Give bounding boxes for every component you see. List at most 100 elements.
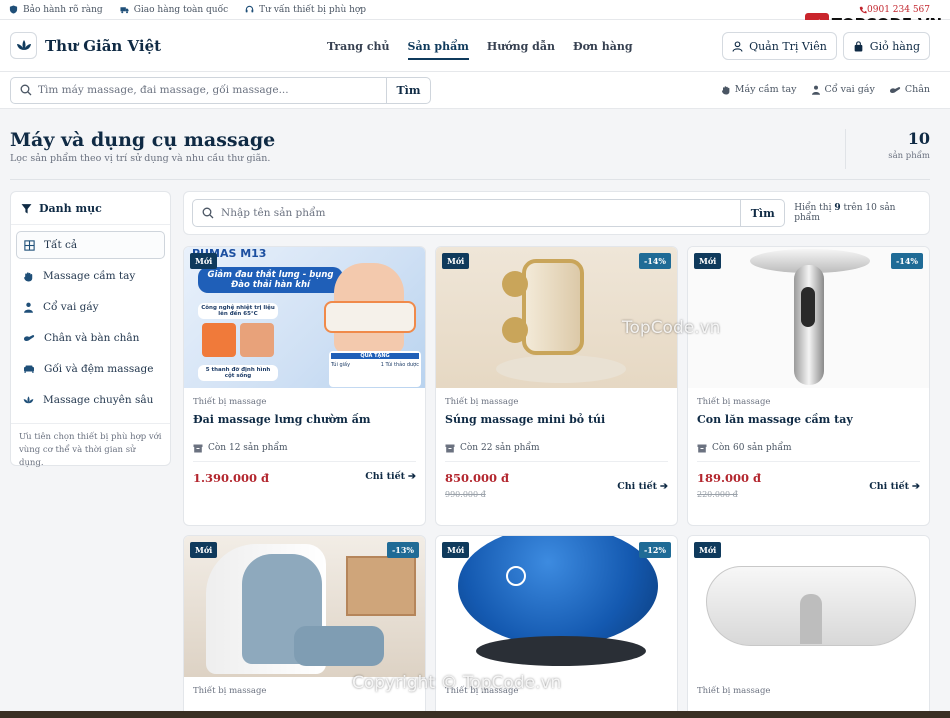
image-gun-stand <box>496 355 626 383</box>
discount-badge: -14% <box>638 253 671 269</box>
quick-neck[interactable]: Cổ vai gáy <box>811 84 875 95</box>
discount-badge: -14% <box>890 253 923 269</box>
product-price: 189.000 đ <box>697 471 762 485</box>
page-subtitle: Lọc sản phẩm theo vị trí sử dụng và nhu … <box>10 153 271 164</box>
image-gift-item: 1 Túi thảo dược <box>380 362 419 368</box>
product-image-head-massager[interactable]: Mới -12% <box>436 536 677 677</box>
quick-handheld[interactable]: Máy cầm tay <box>721 84 797 95</box>
arrow-right-icon: ➔ <box>660 481 668 492</box>
image-shelf <box>346 556 416 616</box>
product-image-belt[interactable]: PUMAS M13 Giảm đau thắt lưng - bụng Đào … <box>184 247 425 388</box>
heading-divider <box>10 179 930 180</box>
count-divider <box>845 129 846 169</box>
arrow-right-icon: ➔ <box>912 481 920 492</box>
global-search-button[interactable]: Tìm <box>386 77 430 103</box>
category-pillow-label: Gối và đệm massage <box>44 363 154 375</box>
image-headline: Giảm đau thắt lưng - bụng <box>207 270 334 280</box>
nav-guide[interactable]: Hướng dẫn <box>487 20 555 72</box>
product-stock-text: Còn 60 sản phẩm <box>712 443 792 453</box>
discount-badge: -12% <box>638 542 671 558</box>
site-logo[interactable]: Thư Giãn Việt <box>10 32 161 59</box>
image-subheadline: Đào thải hàn khí <box>231 280 310 290</box>
category-feet[interactable]: Chân và bàn chân <box>16 324 165 352</box>
couch-icon <box>24 365 34 373</box>
product-category: Thiết bị massage <box>445 397 519 407</box>
product-count-label: sản phẩm <box>888 151 930 161</box>
product-filter: Nhập tên sản phẩm Tìm Hiển thị 9 trên 10… <box>183 191 930 235</box>
category-neck[interactable]: Cổ vai gáy <box>16 293 165 321</box>
product-name[interactable]: Đai massage lưng chườm ấm <box>193 413 416 443</box>
header-actions: Quản Trị Viên Giỏ hàng <box>722 32 930 60</box>
product-detail-link[interactable]: Chi tiết ➔ <box>365 471 416 482</box>
filter-icon <box>21 203 32 213</box>
product-search-button[interactable]: Tìm <box>740 200 784 226</box>
new-badge: Mới <box>190 542 218 558</box>
product-stock: Còn 22 sản phẩm <box>445 443 668 462</box>
search-icon <box>20 84 32 96</box>
image-chair-footrest <box>294 626 384 666</box>
product-category: Thiết bị massage <box>697 686 771 696</box>
product-search: Nhập tên sản phẩm Tìm <box>192 199 786 227</box>
new-badge: Mới <box>442 253 470 269</box>
admin-button[interactable]: Quản Trị Viên <box>722 32 837 60</box>
box-icon <box>193 444 203 452</box>
product-stock-text: Còn 22 sản phẩm <box>460 443 540 453</box>
results-shown-count: 9 <box>834 203 841 213</box>
product-card[interactable]: Mới -14% Thiết bị massage Súng massage m… <box>435 246 678 526</box>
quick-feet[interactable]: Chân <box>889 84 930 95</box>
category-handheld-label: Massage cầm tay <box>43 270 136 282</box>
product-detail-label: Chi tiết <box>365 471 406 482</box>
category-title-text: Danh mục <box>39 201 102 215</box>
product-old-price: 990.000 đ <box>445 490 486 499</box>
product-search-input[interactable]: Nhập tên sản phẩm <box>221 207 740 219</box>
new-badge: Mới <box>694 542 722 558</box>
image-gun-head <box>502 271 528 297</box>
results-summary: Hiển thị 9 trên 10 sản phẩm <box>794 203 921 223</box>
global-search-input[interactable]: Tìm máy massage, đai massage, gối massag… <box>38 84 386 96</box>
product-detail-link[interactable]: Chi tiết ➔ <box>869 481 920 492</box>
product-price: 1.390.000 đ <box>193 471 270 485</box>
nav-home[interactable]: Trang chủ <box>327 20 390 72</box>
search-icon <box>202 207 214 219</box>
product-category: Thiết bị massage <box>697 397 771 407</box>
admin-button-label: Quản Trị Viên <box>749 39 827 53</box>
box-icon <box>697 444 707 452</box>
product-card[interactable]: PUMAS M13 Giảm đau thắt lưng - bụng Đào … <box>183 246 426 526</box>
lotus-logo-icon <box>10 32 37 59</box>
product-stock-text: Còn 12 sản phẩm <box>208 443 288 453</box>
image-gift-box: QUÀ TẶNG Túi giấy 1 Túi thảo dược <box>329 351 421 387</box>
image-belt <box>324 301 416 333</box>
category-deep[interactable]: Massage chuyên sâu <box>16 386 165 414</box>
user-icon <box>732 40 743 52</box>
results-summary-prefix: Hiển thị <box>794 203 832 213</box>
product-detail-label: Chi tiết <box>617 481 658 492</box>
product-image-roller[interactable]: Mới -14% <box>688 247 929 388</box>
nav-orders[interactable]: Đơn hàng <box>573 20 633 72</box>
topbar-shipping: Giao hàng toàn quốc <box>120 5 228 15</box>
category-handheld[interactable]: Massage cầm tay <box>16 262 165 290</box>
product-name[interactable]: Súng massage mini bỏ túi <box>445 413 668 443</box>
image-gift-tag: QUÀ TẶNG <box>331 353 419 359</box>
product-detail-label: Chi tiết <box>869 481 910 492</box>
global-search: Tìm máy massage, đai massage, gối massag… <box>10 76 431 104</box>
product-name[interactable]: Con lăn massage cầm tay <box>697 413 920 443</box>
product-stock: Còn 60 sản phẩm <box>697 443 920 462</box>
power-icon <box>506 566 526 586</box>
product-card[interactable]: Mới -14% Thiết bị massage Con lăn massag… <box>687 246 930 526</box>
category-pillow[interactable]: Gối và đệm massage <box>16 355 165 383</box>
product-image-chair[interactable]: Mới -13% <box>184 536 425 677</box>
hand-icon <box>721 85 730 94</box>
person-icon <box>811 85 820 95</box>
new-badge: Mới <box>694 253 722 269</box>
nav-products[interactable]: Sản phẩm <box>407 20 470 72</box>
shield-icon <box>9 5 18 14</box>
product-old-price: 220.000 đ <box>697 490 738 499</box>
new-badge: Mới <box>190 253 218 269</box>
grid-icon <box>24 239 35 251</box>
hand-icon <box>24 271 33 281</box>
product-card[interactable]: Mới Thiết bị massage <box>687 535 930 718</box>
cart-button[interactable]: Giỏ hàng <box>842 32 930 60</box>
product-image-eye-massager[interactable]: Mới <box>688 536 929 677</box>
product-detail-link[interactable]: Chi tiết ➔ <box>617 481 668 492</box>
category-all[interactable]: Tất cả <box>16 231 165 259</box>
